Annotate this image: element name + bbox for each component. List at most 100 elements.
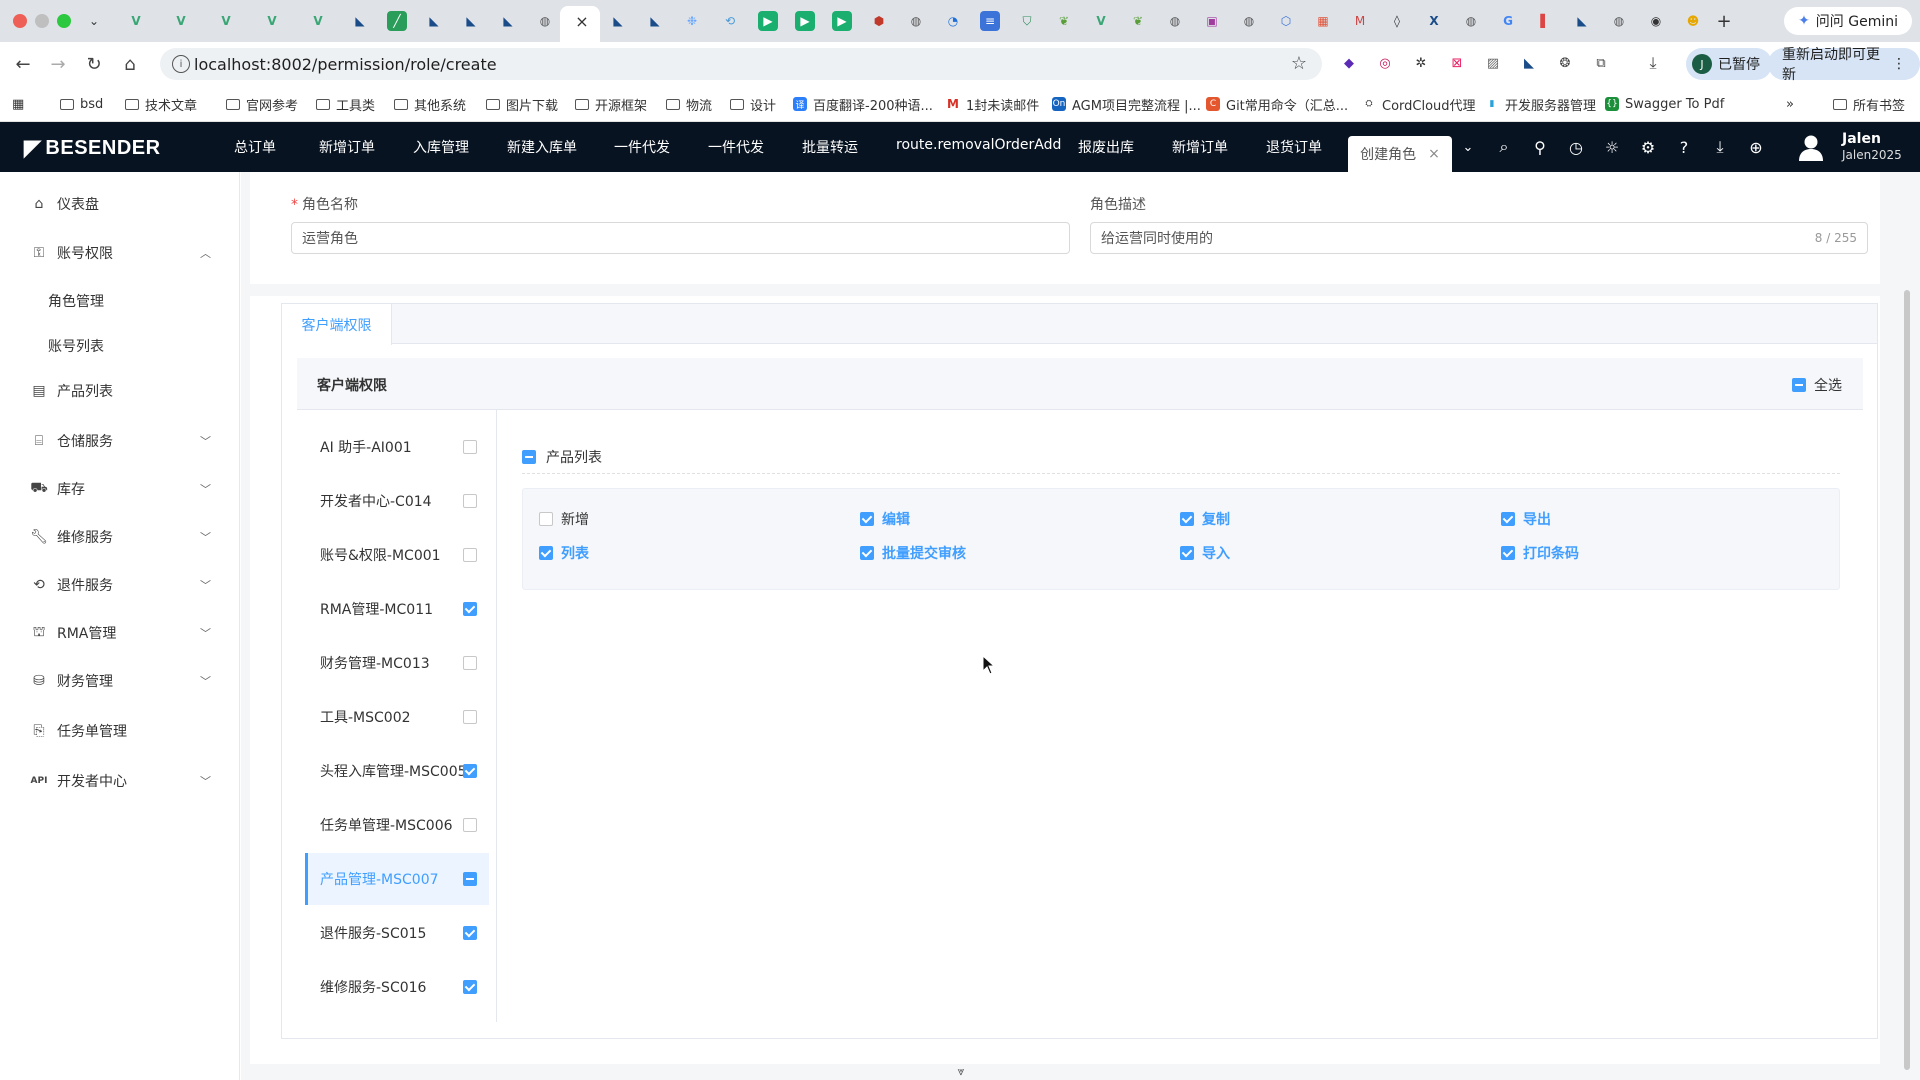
- download-icon[interactable]: ⤓: [1710, 137, 1730, 157]
- tabs-dropdown-chevron-icon[interactable]: ⌄: [1458, 137, 1478, 157]
- ask-gemini-button[interactable]: ✦ 问问 Gemini: [1784, 7, 1912, 35]
- header-tab-active[interactable]: 创建角色 ×: [1348, 136, 1452, 172]
- bookmark-folder[interactable]: 技术文章: [125, 95, 197, 114]
- module-item[interactable]: 维修服务-SC016: [305, 964, 489, 1010]
- sidebar-item-account-permissions[interactable]: ⚿ 账号权限 ︿: [0, 233, 240, 273]
- tab-favicon-image-icon[interactable]: ▣: [1202, 11, 1222, 31]
- select-all-box[interactable]: [1792, 378, 1806, 392]
- close-tab-icon[interactable]: ×: [572, 11, 592, 31]
- tab-favicon-book-icon[interactable]: ▌: [1535, 11, 1555, 31]
- reload-icon[interactable]: ↻: [82, 52, 106, 76]
- add-circle-icon[interactable]: ⊕: [1746, 137, 1766, 157]
- minimize-window-button[interactable]: [35, 14, 49, 28]
- header-tab[interactable]: route.removalOrderAdd: [896, 137, 1061, 153]
- bookmark-folder[interactable]: 图片下载: [486, 95, 558, 114]
- op-print-barcode-checkbox[interactable]: 打印条码: [1501, 543, 1579, 563]
- sidebar-item-warehouse[interactable]: ⌸ 仓储服务 ﹀: [0, 421, 240, 461]
- extension-openai-icon[interactable]: ❂: [1554, 52, 1576, 74]
- bookmark-folder[interactable]: 开源框架: [575, 95, 647, 114]
- tab-favicon-mail-icon[interactable]: M: [1350, 11, 1370, 31]
- tab-favicon-globe-icon[interactable]: ◍: [1609, 11, 1629, 31]
- tab-favicon-vue-icon[interactable]: V: [126, 11, 146, 31]
- tab-favicon-besender-icon[interactable]: ◣: [1572, 11, 1592, 31]
- module-item[interactable]: 任务单管理-MSC006: [305, 802, 489, 848]
- new-tab-plus-icon[interactable]: +: [1714, 11, 1734, 32]
- tab-favicon-github-icon[interactable]: ◉: [1646, 11, 1666, 31]
- tab-favicon-snowflake-icon[interactable]: ❉: [682, 11, 702, 31]
- close-tab-icon[interactable]: ×: [1428, 146, 1440, 162]
- sidebar-item-developer[interactable]: API 开发者中心 ﹀: [0, 761, 240, 801]
- extension-image-icon[interactable]: ▨: [1482, 52, 1504, 74]
- module-checkbox[interactable]: [463, 980, 477, 994]
- tab-favicon-emoji-icon[interactable]: ☻: [1683, 11, 1703, 31]
- tab-favicon-gem-icon[interactable]: ⬢: [869, 11, 889, 31]
- module-item[interactable]: 财务管理-MC013: [305, 640, 489, 686]
- tab-favicon-besender-icon[interactable]: ◣: [498, 11, 518, 31]
- address-bar[interactable]: localhost:8002/permission/role/create: [160, 48, 1322, 80]
- tab-favicon-drop-icon[interactable]: ◊: [1387, 11, 1407, 31]
- extension-x-icon[interactable]: ⊠: [1446, 52, 1468, 74]
- url-text[interactable]: localhost:8002/permission/role/create: [194, 55, 497, 74]
- sidebar-item-repair[interactable]: 🔧︎ 维修服务 ﹀: [0, 517, 240, 557]
- bookmark-link[interactable]: ⛭ CordCloud代理: [1362, 95, 1476, 114]
- forward-arrow-icon[interactable]: →: [46, 52, 70, 76]
- header-tab[interactable]: 退货订单: [1266, 137, 1322, 157]
- tab-favicon-vue-icon[interactable]: V: [1091, 11, 1111, 31]
- location-pin-icon[interactable]: ⚲: [1530, 137, 1550, 157]
- tab-favicon-play-icon[interactable]: ▶: [832, 11, 852, 31]
- header-tab[interactable]: 一件代发: [614, 137, 670, 157]
- module-checkbox[interactable]: [463, 710, 477, 724]
- module-checkbox[interactable]: [463, 494, 477, 508]
- tab-favicon-globe-icon[interactable]: ◍: [1461, 11, 1481, 31]
- sidebar-subitem-account-list[interactable]: 账号列表: [48, 336, 104, 356]
- module-checkbox[interactable]: [463, 818, 477, 832]
- role-desc-input[interactable]: 给运营同时使用的 8 / 255: [1090, 222, 1868, 254]
- user-avatar-icon[interactable]: [1796, 132, 1826, 162]
- tab-favicon-puzzle-icon[interactable]: ⬡: [1276, 11, 1296, 31]
- bookmark-link[interactable]: C Git常用命令（汇总...: [1206, 95, 1348, 114]
- besender-logo[interactable]: ◤ BESENDER: [24, 135, 161, 161]
- header-tab[interactable]: 批量转运: [802, 137, 858, 157]
- op-add-checkbox[interactable]: 新增: [539, 509, 589, 529]
- module-item[interactable]: 开发者中心-C014: [305, 478, 489, 524]
- header-tab[interactable]: 总订单: [234, 137, 276, 157]
- content-scrollbar[interactable]: [1904, 290, 1910, 1070]
- module-checkbox[interactable]: [463, 926, 477, 940]
- tab-favicon-edge-icon[interactable]: ◔: [943, 11, 963, 31]
- tab-client-permissions[interactable]: 客户端权限: [282, 304, 392, 345]
- back-arrow-icon[interactable]: ←: [11, 52, 35, 76]
- module-checkbox[interactable]: [463, 602, 477, 616]
- tab-favicon-besender-icon[interactable]: ◣: [350, 11, 370, 31]
- site-info-icon[interactable]: i: [172, 55, 190, 73]
- bookmark-folder[interactable]: 设计: [730, 95, 776, 114]
- tab-favicon-globe-icon[interactable]: ◍: [906, 11, 926, 31]
- tab-favicon-x-icon[interactable]: X: [1424, 11, 1444, 31]
- sidebar-item-rma[interactable]: ⛫ RMA管理 ﹀: [0, 613, 240, 653]
- sidebar-item-inventory[interactable]: ⛟ 库存 ﹀: [0, 469, 240, 509]
- module-item-active[interactable]: 产品管理-MSC007: [305, 853, 489, 905]
- op-import-checkbox[interactable]: 导入: [1180, 543, 1230, 563]
- bookmark-folder[interactable]: 其他系统: [394, 95, 466, 114]
- tab-favicon-leaf-icon[interactable]: ❦: [1128, 11, 1148, 31]
- bookmark-link[interactable]: {} Swagger To Pdf: [1605, 95, 1724, 113]
- sidebar-item-returns[interactable]: ⟲ 退件服务 ﹀: [0, 565, 240, 605]
- module-checkbox[interactable]: [463, 872, 477, 886]
- extension-circle-icon[interactable]: ◎: [1374, 52, 1396, 74]
- profile-paused-button[interactable]: J 已暂停: [1686, 48, 1772, 80]
- restart-to-update-button[interactable]: 重新启动即可更新 ⋮: [1768, 47, 1920, 83]
- header-tab[interactable]: 一件代发: [708, 137, 764, 157]
- bookmark-link[interactable]: M 1封未读邮件: [946, 95, 1039, 114]
- tab-favicon-leaf-icon[interactable]: ❦: [1054, 11, 1074, 31]
- op-copy-checkbox[interactable]: 复制: [1180, 509, 1230, 529]
- sidebar-subitem-role-management[interactable]: 角色管理: [48, 291, 104, 311]
- op-list-checkbox[interactable]: 列表: [539, 543, 589, 563]
- group-checkbox[interactable]: [522, 449, 536, 464]
- theme-sun-icon[interactable]: ☼: [1602, 137, 1622, 157]
- tab-favicon-doc-icon[interactable]: ≡: [980, 11, 1000, 31]
- close-window-button[interactable]: [13, 14, 27, 28]
- tab-favicon-vue-icon[interactable]: V: [308, 11, 328, 31]
- header-tab[interactable]: 新增订单: [319, 137, 375, 157]
- tab-search-chevron-icon[interactable]: ⌄: [84, 11, 104, 31]
- help-question-icon[interactable]: ?: [1674, 137, 1694, 157]
- sidebar-item-finance[interactable]: ⛁ 财务管理 ﹀: [0, 661, 240, 701]
